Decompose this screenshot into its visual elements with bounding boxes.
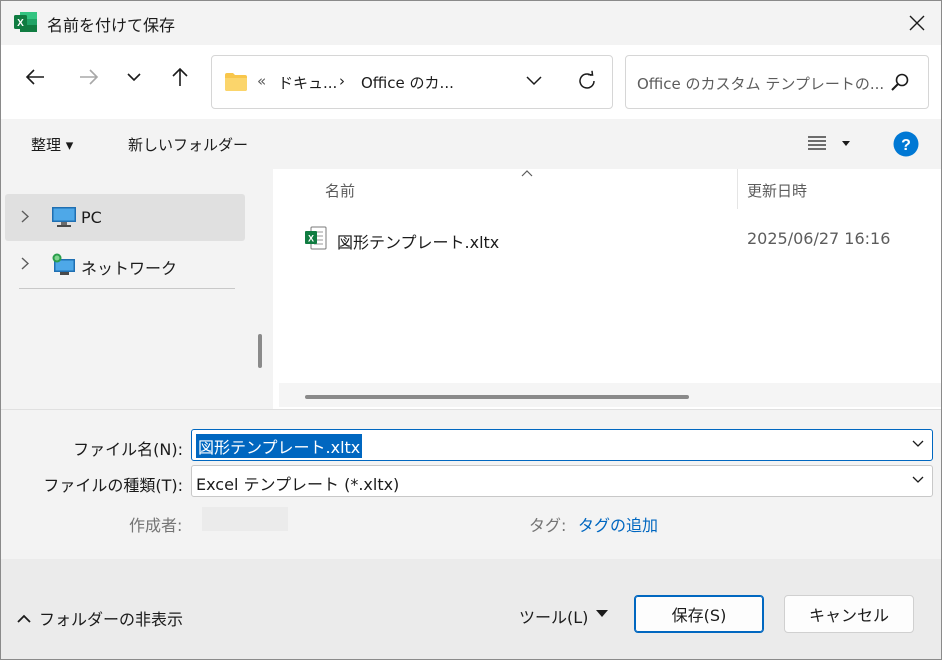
forward-button[interactable]	[71, 59, 107, 95]
command-bar: 整理 ▾ 新しいフォルダー ?	[1, 119, 941, 169]
caret-down-icon[interactable]	[596, 610, 608, 617]
breadcrumb-office-templates[interactable]: Office のカ...	[361, 72, 454, 93]
arrow-left-icon	[25, 69, 44, 85]
chevron-down-icon[interactable]	[912, 440, 924, 448]
nav-scrollbar[interactable]	[258, 334, 262, 368]
author-label: 作成者:	[129, 516, 183, 535]
column-separator[interactable]	[737, 169, 738, 209]
search-placeholder: Office のカスタム テンプレートの...	[637, 75, 885, 93]
chevron-up-icon	[17, 614, 31, 623]
search-box[interactable]: Office のカスタム テンプレートの...	[625, 55, 929, 109]
hide-folders-label: フォルダーの非表示	[39, 610, 184, 629]
column-header-name[interactable]: 名前	[325, 180, 355, 201]
nav-item-pc[interactable]: PC	[1, 194, 249, 241]
tags-label: タグ:	[529, 516, 567, 535]
save-form: ファイル名(N): 図形テンプレート.xltx ファイルの種類(T): Exce…	[1, 409, 941, 559]
file-name: 図形テンプレート.xltx	[337, 233, 500, 252]
filename-value: 図形テンプレート.xltx	[196, 434, 363, 458]
breadcrumb-documents[interactable]: ドキュ...	[278, 72, 337, 93]
nav-divider	[19, 288, 235, 289]
hide-folders-toggle[interactable]: フォルダーの非表示	[17, 606, 183, 630]
filename-field[interactable]: 図形テンプレート.xltx	[191, 429, 933, 461]
help-icon[interactable]: ?	[893, 131, 919, 157]
nav-label-pc: PC	[81, 208, 102, 227]
filetype-select[interactable]: Excel テンプレート (*.xltx)	[191, 465, 933, 497]
organize-menu[interactable]: 整理 ▾	[31, 134, 73, 155]
file-modified-date: 2025/06/27 16:16	[747, 229, 891, 248]
close-icon	[909, 15, 925, 31]
nav-item-network[interactable]: ネットワーク	[1, 241, 249, 288]
breadcrumb-separator: ›	[339, 72, 345, 90]
svg-text:?: ?	[901, 137, 911, 154]
save-button-label: 保存(S)	[671, 606, 727, 625]
author-field[interactable]	[202, 507, 288, 531]
save-as-dialog: X 名前を付けて保存 « ドキュ... › Office のカ... Offic…	[0, 0, 942, 660]
sort-ascending-icon	[521, 170, 533, 177]
filename-label: ファイル名(N):	[73, 440, 183, 459]
chevron-down-icon	[127, 72, 141, 81]
svg-text:X: X	[17, 18, 24, 29]
breadcrumb-overflow[interactable]: «	[257, 72, 266, 90]
column-header-modified[interactable]: 更新日時	[747, 180, 807, 201]
nav-label-network: ネットワーク	[81, 259, 178, 278]
refresh-icon[interactable]	[576, 70, 598, 92]
search-icon[interactable]	[890, 72, 910, 92]
dialog-footer: フォルダーの非表示 ツール(L) 保存(S) キャンセル	[1, 559, 941, 659]
navigation-bar: « ドキュ... › Office のカ... Office のカスタム テンプ…	[1, 45, 941, 119]
chevron-down-icon[interactable]	[912, 476, 924, 484]
file-row[interactable]: X 図形テンプレート.xltx 2025/06/27 16:16	[277, 222, 941, 256]
svg-text:X: X	[308, 234, 314, 244]
horizontal-scroll-thumb[interactable]	[305, 395, 689, 399]
window-title: 名前を付けて保存	[47, 16, 176, 35]
caret-down-icon	[842, 141, 850, 146]
new-folder-button[interactable]: 新しいフォルダー	[128, 134, 248, 155]
address-dropdown-icon[interactable]	[526, 76, 542, 86]
arrow-right-icon	[80, 69, 99, 85]
filetype-value: Excel テンプレート (*.xltx)	[196, 475, 400, 494]
excel-template-icon: X	[305, 226, 327, 250]
chevron-right-icon[interactable]	[21, 257, 29, 270]
horizontal-scrollbar[interactable]	[279, 383, 941, 407]
save-button[interactable]: 保存(S)	[634, 595, 764, 633]
cancel-button-label: キャンセル	[808, 606, 889, 625]
filetype-label: ファイルの種類(T):	[43, 476, 183, 495]
navigation-pane: PC ネットワーク	[1, 169, 273, 409]
pc-icon	[52, 207, 76, 227]
close-button[interactable]	[893, 1, 941, 45]
list-view-icon	[808, 136, 826, 150]
address-bar[interactable]: « ドキュ... › Office のカ...	[211, 55, 613, 109]
view-options-button[interactable]	[807, 135, 851, 155]
file-list: 名前 更新日時 X 図形テンプレート.xltx 2025/06/27 16:16	[277, 169, 941, 409]
add-tag-link[interactable]: タグの追加	[578, 512, 658, 536]
arrow-up-icon	[172, 67, 188, 86]
chevron-right-icon[interactable]	[21, 210, 29, 223]
network-icon	[52, 253, 75, 275]
recent-locations-button[interactable]	[116, 59, 152, 95]
up-button[interactable]	[162, 59, 198, 95]
title-bar: X 名前を付けて保存	[1, 1, 941, 45]
back-button[interactable]	[17, 59, 53, 95]
folder-icon	[225, 73, 247, 91]
cancel-button[interactable]: キャンセル	[784, 595, 914, 633]
tools-menu[interactable]: ツール(L)	[519, 604, 588, 628]
browser-content: PC ネットワーク 名前 更新日時 X 図形テンプレート.xltx 2025/0…	[1, 169, 941, 409]
excel-app-icon: X	[14, 12, 37, 32]
